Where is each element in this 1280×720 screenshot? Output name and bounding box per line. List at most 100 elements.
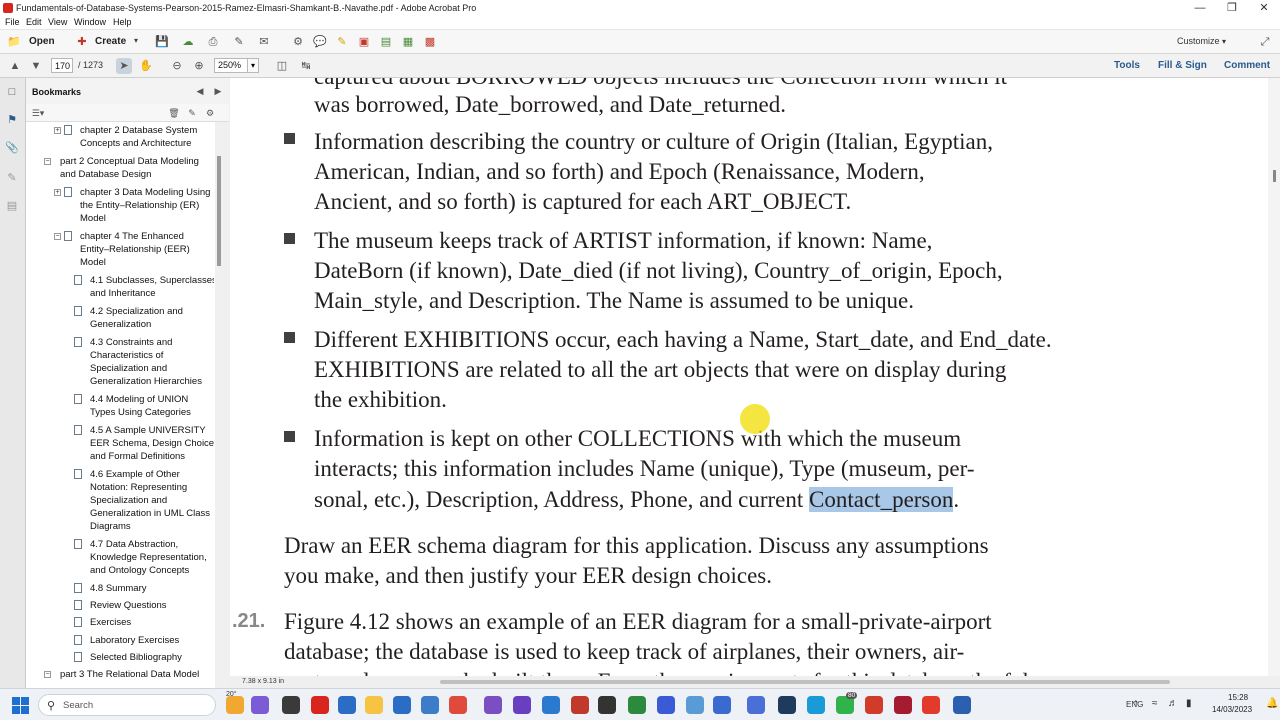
wifi-icon[interactable]: ≈ bbox=[1152, 698, 1158, 709]
zoom-level-field[interactable]: 250% bbox=[214, 58, 248, 73]
fit-page-icon[interactable]: ◫ bbox=[274, 58, 290, 74]
app-icon-orange[interactable] bbox=[865, 696, 883, 714]
menu-edit[interactable]: Edit bbox=[26, 17, 42, 27]
terminal-icon[interactable] bbox=[598, 696, 616, 714]
maximize-button[interactable]: ❐ bbox=[1216, 0, 1248, 16]
zoom-out-icon[interactable]: ⊖ bbox=[169, 58, 185, 74]
file-explorer-icon[interactable] bbox=[365, 696, 383, 714]
lang-indicator[interactable]: ENG bbox=[1126, 700, 1143, 709]
collapse-toggle-icon[interactable]: − bbox=[54, 233, 61, 240]
customize-button[interactable]: Customize ▾ bbox=[1177, 36, 1226, 46]
protect-icon[interactable]: ▩ bbox=[422, 34, 438, 50]
edge-icon[interactable] bbox=[421, 696, 439, 714]
filezilla-icon[interactable] bbox=[311, 696, 329, 714]
notification-bell-icon[interactable]: 🔔 bbox=[1266, 698, 1278, 709]
attachments-icon[interactable]: 📎 bbox=[4, 140, 20, 156]
menu-view[interactable]: View bbox=[48, 17, 67, 27]
new-bookmark-icon[interactable]: ✎ bbox=[184, 105, 200, 121]
email-icon[interactable]: ✉ bbox=[256, 34, 272, 50]
zoom-app-icon[interactable] bbox=[713, 696, 731, 714]
weather-icon[interactable] bbox=[226, 696, 244, 714]
media-app-icon[interactable] bbox=[484, 696, 502, 714]
fill-sign-link[interactable]: Fill & Sign bbox=[1158, 60, 1207, 71]
minimize-button[interactable]: — bbox=[1184, 0, 1216, 16]
word-icon[interactable] bbox=[393, 696, 411, 714]
bookmarks-title: Bookmarks bbox=[32, 87, 82, 97]
outlook-icon[interactable] bbox=[338, 696, 356, 714]
doc-line-1: was borrowed, Date_borrowed, and Date_re… bbox=[314, 92, 786, 117]
edit-icon[interactable]: ✎ bbox=[231, 34, 247, 50]
clock-date[interactable]: 14/03/2023 bbox=[1212, 705, 1252, 714]
task-view-icon[interactable] bbox=[282, 696, 300, 714]
delete-bookmark-icon[interactable]: 🗑 bbox=[166, 105, 182, 121]
page-number-input[interactable] bbox=[51, 58, 73, 73]
expand-icon[interactable]: ⤢ bbox=[1257, 34, 1273, 50]
menu-file[interactable]: File bbox=[5, 17, 20, 27]
expand-toggle-icon[interactable]: + bbox=[54, 127, 61, 134]
bookmark-label-line: and Formal Definitions bbox=[90, 451, 186, 462]
app-icon-blue[interactable] bbox=[657, 696, 675, 714]
word-taskbar-icon[interactable] bbox=[953, 696, 971, 714]
signatures-icon[interactable]: ✎ bbox=[4, 170, 20, 186]
vscode-icon[interactable] bbox=[542, 696, 560, 714]
combine-icon[interactable]: ▦ bbox=[400, 34, 416, 50]
clock-time[interactable]: 15:28 bbox=[1228, 693, 1248, 702]
chrome-icon[interactable] bbox=[449, 696, 467, 714]
app-icon-green[interactable] bbox=[628, 696, 646, 714]
photoshop-icon[interactable] bbox=[778, 696, 796, 714]
highlighted-selection[interactable]: Contact_person bbox=[809, 487, 954, 512]
battery-icon[interactable]: ▮ bbox=[1186, 698, 1192, 709]
create-button[interactable]: ✚ Create ▾ bbox=[74, 34, 146, 50]
expand-toggle-icon[interactable]: − bbox=[44, 671, 51, 678]
menu-help[interactable]: Help bbox=[113, 17, 132, 27]
document-view[interactable]: captured about BORROWED objects includes… bbox=[230, 78, 1280, 688]
tools-link[interactable]: Tools bbox=[1114, 60, 1140, 71]
teams-icon[interactable] bbox=[251, 696, 269, 714]
app-icon-light-blue[interactable] bbox=[686, 696, 704, 714]
bookmark-label-line: 4.5 A Sample UNIVERSITY bbox=[90, 425, 206, 436]
comment-icon[interactable]: 💬 bbox=[312, 34, 328, 50]
close-button[interactable]: ✕ bbox=[1248, 0, 1280, 16]
expand-toggle-icon[interactable]: + bbox=[54, 189, 61, 196]
page-thumbnails-icon[interactable]: □ bbox=[4, 84, 20, 100]
volume-icon[interactable]: ♬ bbox=[1168, 698, 1178, 709]
comment-link[interactable]: Comment bbox=[1224, 60, 1270, 71]
layers-icon[interactable]: ▤ bbox=[4, 198, 20, 214]
taskbar-search-box[interactable]: ⚲ Search bbox=[38, 694, 216, 716]
fit-width-icon[interactable]: ↹ bbox=[298, 58, 314, 74]
gear-icon[interactable]: ⚙ bbox=[290, 34, 306, 50]
open-button[interactable]: 📁 Open bbox=[6, 34, 58, 50]
redact-icon[interactable]: ▣ bbox=[356, 34, 372, 50]
previous-page-icon[interactable]: ▲ bbox=[7, 58, 23, 74]
expand-panel-icon[interactable]: ▶ bbox=[210, 83, 226, 99]
windows-start-icon[interactable] bbox=[12, 697, 30, 715]
options-menu-icon[interactable]: ☰▾ bbox=[30, 105, 46, 121]
highlight-icon[interactable]: ✎ bbox=[334, 34, 350, 50]
menu-window[interactable]: Window bbox=[74, 17, 106, 27]
collapse-panel-icon[interactable]: ◀ bbox=[192, 83, 208, 99]
export-icon[interactable]: ▤ bbox=[378, 34, 394, 50]
zoom-dropdown-chevron-icon[interactable]: ▾ bbox=[247, 58, 259, 73]
chat-app-icon[interactable] bbox=[747, 696, 765, 714]
bookmark-label: 4.8 Summary bbox=[90, 582, 147, 595]
expand-bookmark-icon[interactable]: ⚙ bbox=[202, 105, 218, 121]
document-horizontal-scrollbar[interactable] bbox=[440, 680, 1170, 684]
bookmark-label-line: Model bbox=[80, 213, 106, 224]
hand-tool-icon[interactable]: ✋ bbox=[138, 58, 154, 74]
save-icon[interactable]: 💾 bbox=[154, 34, 170, 50]
document-scroll-thumb[interactable] bbox=[1273, 170, 1276, 182]
select-cursor-icon[interactable]: ➤ bbox=[116, 58, 132, 74]
print-icon[interactable]: ⎙ bbox=[205, 34, 221, 50]
edge-browser-icon[interactable] bbox=[807, 696, 825, 714]
app-icon-crimson[interactable] bbox=[894, 696, 912, 714]
bookmarks-icon[interactable]: ⚑ bbox=[4, 112, 20, 128]
zoom-in-icon[interactable]: ⊕ bbox=[191, 58, 207, 74]
acrobat-taskbar-icon[interactable] bbox=[922, 696, 940, 714]
visual-studio-icon[interactable] bbox=[513, 696, 531, 714]
bookmark-label: 4.2 Specialization and Generalization bbox=[90, 305, 183, 331]
next-page-icon[interactable]: ▼ bbox=[28, 58, 44, 74]
bookmarks-scroll-thumb[interactable] bbox=[217, 156, 221, 266]
cloud-upload-icon[interactable]: ☁ bbox=[180, 34, 196, 50]
collapse-toggle-icon[interactable]: − bbox=[44, 158, 51, 165]
app-icon-red[interactable] bbox=[571, 696, 589, 714]
